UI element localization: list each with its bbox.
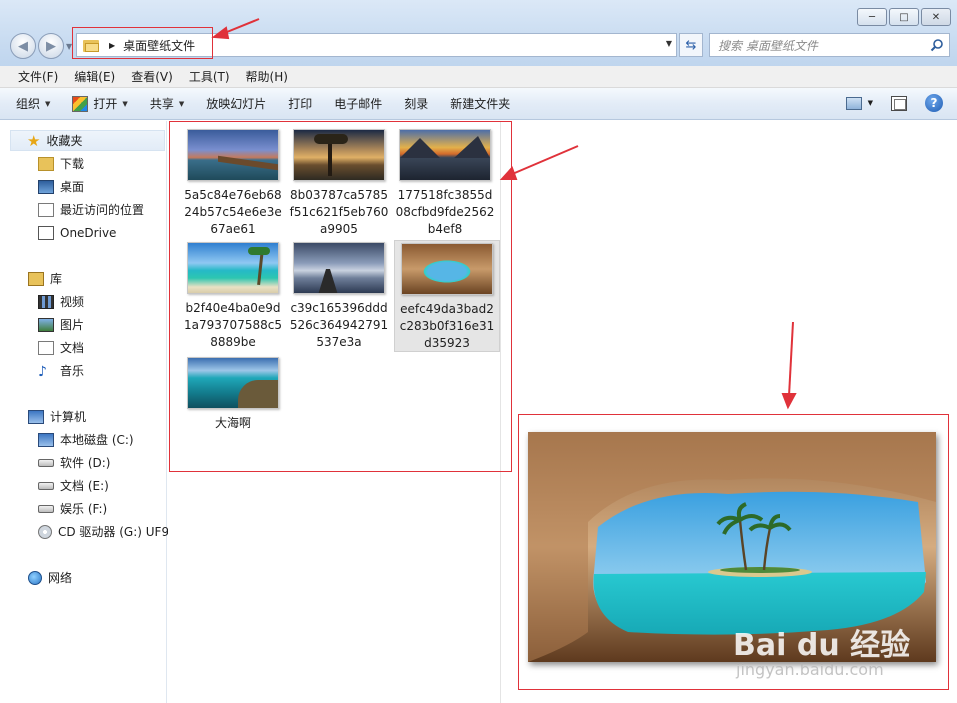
annotation-box-address <box>72 27 213 59</box>
computer-icon <box>28 409 44 424</box>
open-button[interactable]: 打开 ▼ <box>72 95 128 112</box>
annotation-box-preview <box>518 414 949 690</box>
nav-onedrive[interactable]: OneDrive <box>38 222 116 243</box>
network-icon <box>28 570 42 585</box>
nav-downloads-label: 下载 <box>60 157 85 171</box>
nav-downloads[interactable]: 下载 <box>38 153 84 174</box>
nav-desktop[interactable]: 桌面 <box>38 176 84 197</box>
star-icon: ★ <box>27 131 41 150</box>
nav-drive-d[interactable]: 软件 (D:) <box>38 452 110 473</box>
navigation-pane: ★ 收藏夹 下载 桌面 最近访问的位置 OneDrive 库 视频 图片 文档 … <box>0 121 169 703</box>
organize-label: 组织 <box>16 97 41 111</box>
nav-network[interactable]: 网络 <box>28 567 72 588</box>
command-bar: 组织 ▼ 打开 ▼ 共享 ▼ 放映幻灯片 打印 电子邮件 刻录 新建文件夹 ▼ ? <box>0 88 957 120</box>
nav-libraries-label: 库 <box>50 272 63 286</box>
preview-pane-toggle-icon[interactable] <box>891 95 907 111</box>
back-button[interactable]: ◀ <box>10 33 36 59</box>
library-icon <box>28 271 44 286</box>
nav-drive-e-label: 文档 (E:) <box>60 479 109 493</box>
change-view-button[interactable]: ▼ <box>845 96 873 110</box>
onedrive-icon <box>38 225 54 240</box>
nav-drive-e[interactable]: 文档 (E:) <box>38 475 109 496</box>
email-button[interactable]: 电子邮件 <box>334 95 382 112</box>
nav-drive-d-label: 软件 (D:) <box>60 456 111 470</box>
chevron-down-icon: ▼ <box>45 99 51 108</box>
nav-network-label: 网络 <box>48 571 73 585</box>
share-button[interactable]: 共享 ▼ <box>150 95 184 112</box>
documents-icon <box>38 340 54 355</box>
pictures-icon <box>38 317 54 332</box>
burn-button[interactable]: 刻录 <box>404 95 428 112</box>
menu-bar: 文件(F) 编辑(E) 查看(V) 工具(T) 帮助(H) <box>0 66 957 88</box>
view-controls: ▼ ? <box>845 94 943 112</box>
nav-recent[interactable]: 最近访问的位置 <box>38 199 144 220</box>
chevron-down-icon: ▼ <box>867 99 873 107</box>
nav-documents[interactable]: 文档 <box>38 337 84 358</box>
window-controls: ─ □ ✕ <box>857 8 951 26</box>
nav-libraries[interactable]: 库 <box>28 268 62 289</box>
desktop-icon <box>38 179 54 194</box>
close-button[interactable]: ✕ <box>921 8 951 26</box>
forward-button[interactable]: ▶ <box>38 33 64 59</box>
hard-drive-icon <box>38 504 54 513</box>
refresh-icon: ⇆ <box>685 37 697 53</box>
nav-drive-c[interactable]: 本地磁盘 (C:) <box>38 429 134 450</box>
menu-file[interactable]: 文件(F) <box>18 68 58 85</box>
print-button[interactable]: 打印 <box>288 95 312 112</box>
system-drive-icon <box>38 432 54 447</box>
recent-places-icon <box>38 202 54 217</box>
annotation-box-files <box>169 121 512 472</box>
cd-drive-icon <box>38 524 52 539</box>
search-placeholder: 搜索 桌面壁纸文件 <box>718 38 818 53</box>
nav-music-label: 音乐 <box>60 364 85 378</box>
nav-desktop-label: 桌面 <box>60 180 85 194</box>
organize-button[interactable]: 组织 ▼ <box>16 95 50 112</box>
hard-drive-icon <box>38 481 54 490</box>
nav-music[interactable]: ♪ 音乐 <box>38 360 84 381</box>
chevron-down-icon: ▼ <box>178 99 185 108</box>
nav-recent-label: 最近访问的位置 <box>60 203 145 217</box>
music-note-icon: ♪ <box>38 363 47 380</box>
share-label: 共享 <box>149 97 174 111</box>
slideshow-button[interactable]: 放映幻灯片 <box>206 95 266 112</box>
nav-pictures[interactable]: 图片 <box>38 314 84 335</box>
search-icon[interactable] <box>930 38 944 52</box>
menu-tools[interactable]: 工具(T) <box>189 68 230 85</box>
help-icon[interactable]: ? <box>925 94 943 112</box>
address-dropdown-icon[interactable]: ▼ <box>666 39 672 48</box>
nav-videos[interactable]: 视频 <box>38 291 84 312</box>
forward-arrow-icon: ▶ <box>46 38 56 54</box>
menu-view[interactable]: 查看(V) <box>131 68 173 85</box>
nav-drive-f[interactable]: 娱乐 (F:) <box>38 498 107 519</box>
maximize-button[interactable]: □ <box>889 8 919 26</box>
open-with-icon <box>72 95 89 112</box>
search-input[interactable]: 搜索 桌面壁纸文件 <box>709 33 950 57</box>
nav-drive-f-label: 娱乐 (F:) <box>60 502 108 516</box>
back-arrow-icon: ◀ <box>18 38 28 54</box>
nav-drive-c-label: 本地磁盘 (C:) <box>60 433 134 447</box>
nav-favorites[interactable]: ★ 收藏夹 <box>10 130 165 151</box>
nav-videos-label: 视频 <box>60 295 85 309</box>
minimize-button[interactable]: ─ <box>857 8 887 26</box>
nav-onedrive-label: OneDrive <box>60 225 117 240</box>
downloads-folder-icon <box>38 156 54 171</box>
open-label: 打开 <box>93 97 118 111</box>
view-icon <box>845 96 862 110</box>
chevron-down-icon: ▼ <box>122 99 128 108</box>
nav-documents-label: 文档 <box>60 341 85 355</box>
nav-drive-g-label: CD 驱动器 (G:) UF9 <box>58 525 170 539</box>
video-icon <box>38 294 54 309</box>
nav-pictures-label: 图片 <box>60 318 85 332</box>
navigation-buttons: ◀ ▶ ▼ <box>10 33 74 59</box>
nav-computer-label: 计算机 <box>50 410 87 424</box>
nav-computer[interactable]: 计算机 <box>28 406 86 427</box>
menu-help[interactable]: 帮助(H) <box>246 68 288 85</box>
new-folder-button[interactable]: 新建文件夹 <box>450 95 510 112</box>
menu-edit[interactable]: 编辑(E) <box>74 68 115 85</box>
nav-favorites-label: 收藏夹 <box>46 134 83 148</box>
refresh-button[interactable]: ⇆ <box>679 33 703 57</box>
hard-drive-icon <box>38 458 54 467</box>
nav-drive-g[interactable]: CD 驱动器 (G:) UF9 <box>38 521 169 542</box>
